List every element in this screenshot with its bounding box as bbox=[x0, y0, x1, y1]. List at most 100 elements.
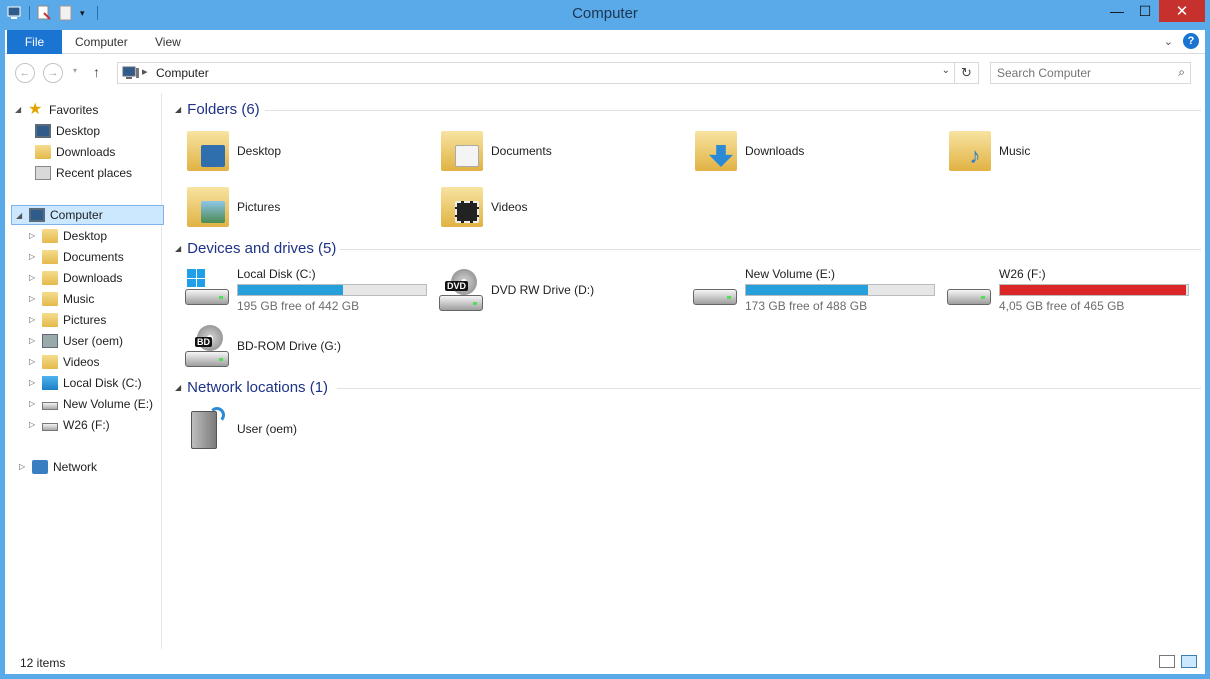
large-icons-view-icon[interactable] bbox=[1181, 655, 1197, 668]
help-icon[interactable]: ? bbox=[1183, 33, 1199, 49]
collapse-arrow-icon[interactable]: ◢ bbox=[175, 244, 181, 253]
recent-places-icon bbox=[35, 165, 51, 180]
drive-icon bbox=[42, 401, 58, 410]
sidebar-item-label: Videos bbox=[63, 354, 100, 369]
maximize-button[interactable]: ☐ bbox=[1131, 0, 1159, 22]
sidebar-item-computer[interactable]: ◢ Computer bbox=[11, 205, 164, 225]
drive-tile-new-volume-e[interactable]: New Volume (E:) 173 GB free of 488 GB bbox=[691, 265, 941, 319]
expand-arrow-icon[interactable]: ▷ bbox=[29, 231, 37, 240]
group-title: Network locations (1) bbox=[187, 379, 329, 396]
sidebar-item-label: Favorites bbox=[49, 102, 99, 117]
search-input[interactable] bbox=[997, 64, 1167, 82]
sidebar-item-favorites[interactable]: ◢ ★ Favorites bbox=[15, 100, 98, 119]
folder-tile-documents[interactable]: Documents bbox=[437, 125, 687, 179]
breadcrumb[interactable]: Computer bbox=[156, 66, 209, 80]
sidebar-item-documents[interactable]: ▷ Documents bbox=[29, 247, 124, 266]
address-dropdown-icon[interactable]: ⌄ bbox=[942, 65, 950, 76]
forward-button[interactable]: → bbox=[43, 63, 63, 83]
tile-label: Pictures bbox=[237, 200, 281, 214]
tab-file[interactable]: File bbox=[7, 30, 62, 54]
address-bar[interactable]: ▸ Computer ⌄ ↻ bbox=[117, 62, 979, 84]
refresh-button[interactable]: ↻ bbox=[954, 63, 978, 83]
expand-ribbon-icon[interactable]: ⌄ bbox=[1164, 35, 1173, 48]
sidebar-item-label: Pictures bbox=[63, 312, 107, 327]
sidebar-item-label: Downloads bbox=[63, 270, 123, 285]
free-space-text: 4,05 GB free of 465 GB bbox=[999, 299, 1125, 313]
sidebar-item-videos[interactable]: ▷ Videos bbox=[29, 352, 99, 371]
back-button[interactable]: ← bbox=[15, 63, 35, 83]
window-controls: — ☐ ✕ bbox=[1103, 0, 1205, 22]
downloads-folder-icon bbox=[35, 144, 51, 159]
tile-label: Documents bbox=[491, 144, 552, 158]
collapse-arrow-icon[interactable]: ◢ bbox=[175, 383, 181, 392]
capacity-fill bbox=[1000, 285, 1187, 295]
recent-locations-button[interactable]: ▾ bbox=[73, 66, 77, 75]
sidebar-item-local-disk-c[interactable]: ▷ Local Disk (C:) bbox=[29, 373, 142, 392]
sidebar-item-desktop[interactable]: ▷ Desktop bbox=[29, 226, 107, 245]
network-tile-user-oem[interactable]: User (oem) bbox=[183, 403, 433, 457]
expand-arrow-icon[interactable]: ▷ bbox=[29, 420, 37, 429]
tile-label: Local Disk (C:) bbox=[237, 267, 316, 281]
expand-arrow-icon[interactable]: ▷ bbox=[29, 399, 37, 408]
sidebar-item-user-oem[interactable]: ▷ User (oem) bbox=[29, 331, 123, 350]
expand-arrow-icon[interactable]: ▷ bbox=[19, 462, 27, 471]
expand-arrow-icon[interactable]: ▷ bbox=[29, 315, 37, 324]
expand-arrow-icon[interactable]: ▷ bbox=[29, 273, 37, 282]
folder-tile-pictures[interactable]: Pictures bbox=[183, 181, 433, 235]
sidebar-item-pictures[interactable]: ▷ Pictures bbox=[29, 310, 106, 329]
expand-arrow-icon[interactable]: ▷ bbox=[29, 357, 37, 366]
sidebar-item-favorites-desktop[interactable]: Desktop bbox=[35, 121, 100, 140]
expand-arrow-icon[interactable]: ▷ bbox=[29, 252, 37, 261]
drive-tile-bd-rom-g[interactable]: BD BD-ROM Drive (G:) bbox=[183, 321, 433, 375]
tab-computer[interactable]: Computer bbox=[75, 30, 128, 54]
sidebar-item-recent-places[interactable]: Recent places bbox=[35, 163, 132, 182]
up-button[interactable]: ↑ bbox=[93, 64, 100, 80]
sidebar-item-label: Local Disk (C:) bbox=[63, 375, 142, 390]
details-view-icon[interactable] bbox=[1159, 655, 1175, 668]
sidebar-item-downloads[interactable]: ▷ Downloads bbox=[29, 268, 122, 287]
close-button[interactable]: ✕ bbox=[1159, 0, 1205, 22]
back-arrow-icon: ← bbox=[19, 67, 31, 79]
group-header-network[interactable]: ◢ Network locations (1) bbox=[175, 379, 328, 396]
collapse-arrow-icon[interactable]: ◢ bbox=[175, 105, 181, 114]
drive-tile-local-disk-c[interactable]: Local Disk (C:) 195 GB free of 442 GB bbox=[183, 265, 433, 319]
sidebar-item-label: Computer bbox=[50, 208, 103, 222]
tab-view[interactable]: View bbox=[155, 30, 181, 54]
computer-icon bbox=[122, 65, 140, 84]
sidebar-item-favorites-downloads[interactable]: Downloads bbox=[35, 142, 115, 161]
drive-tile-dvd-rw-d[interactable]: DVD DVD RW Drive (D:) bbox=[437, 265, 687, 319]
folder-tile-desktop[interactable]: Desktop bbox=[183, 125, 433, 179]
folder-tile-music[interactable]: ♪ Music bbox=[945, 125, 1195, 179]
disc-tag: DVD bbox=[445, 281, 469, 291]
expand-arrow-icon[interactable]: ▷ bbox=[29, 378, 37, 387]
expand-arrow-icon[interactable]: ▷ bbox=[29, 294, 37, 303]
music-folder-icon bbox=[42, 291, 58, 306]
folder-tile-downloads[interactable]: Downloads bbox=[691, 125, 941, 179]
breadcrumb-chevron-icon[interactable]: ▸ bbox=[142, 65, 148, 78]
downloads-folder-icon bbox=[691, 127, 737, 173]
collapse-arrow-icon[interactable]: ◢ bbox=[16, 211, 24, 220]
documents-folder-icon bbox=[437, 127, 483, 173]
sidebar-item-new-volume-e[interactable]: ▷ New Volume (E:) bbox=[29, 394, 153, 413]
view-switcher bbox=[1159, 655, 1197, 668]
expand-arrow-icon[interactable]: ▷ bbox=[29, 336, 37, 345]
tile-label: Videos bbox=[491, 200, 528, 214]
group-title: Folders (6) bbox=[187, 101, 260, 118]
desktop-folder-icon bbox=[183, 127, 229, 173]
ribbon: File Computer View ⌄ ? bbox=[5, 30, 1205, 54]
folder-tile-videos[interactable]: Videos bbox=[437, 181, 687, 235]
navigation-bar: ← → ▾ ↑ ▸ Computer ⌄ ↻ ⌕ bbox=[5, 55, 1205, 91]
minimize-button[interactable]: — bbox=[1103, 0, 1131, 22]
group-header-drives[interactable]: ◢ Devices and drives (5) bbox=[175, 240, 336, 257]
drive-tile-w26-f[interactable]: W26 (F:) 4,05 GB free of 465 GB bbox=[945, 265, 1195, 319]
search-box[interactable]: ⌕ bbox=[990, 62, 1191, 84]
sidebar-item-music[interactable]: ▷ Music bbox=[29, 289, 94, 308]
group-header-folders[interactable]: ◢ Folders (6) bbox=[175, 101, 260, 118]
search-icon[interactable]: ⌕ bbox=[1178, 65, 1185, 80]
network-share-icon bbox=[183, 405, 229, 451]
windows-drive-icon bbox=[42, 375, 58, 390]
collapse-arrow-icon[interactable]: ◢ bbox=[15, 105, 23, 114]
capacity-bar bbox=[745, 284, 935, 296]
sidebar-item-w26-f[interactable]: ▷ W26 (F:) bbox=[29, 415, 110, 434]
sidebar-item-network[interactable]: ▷ Network bbox=[19, 457, 97, 476]
